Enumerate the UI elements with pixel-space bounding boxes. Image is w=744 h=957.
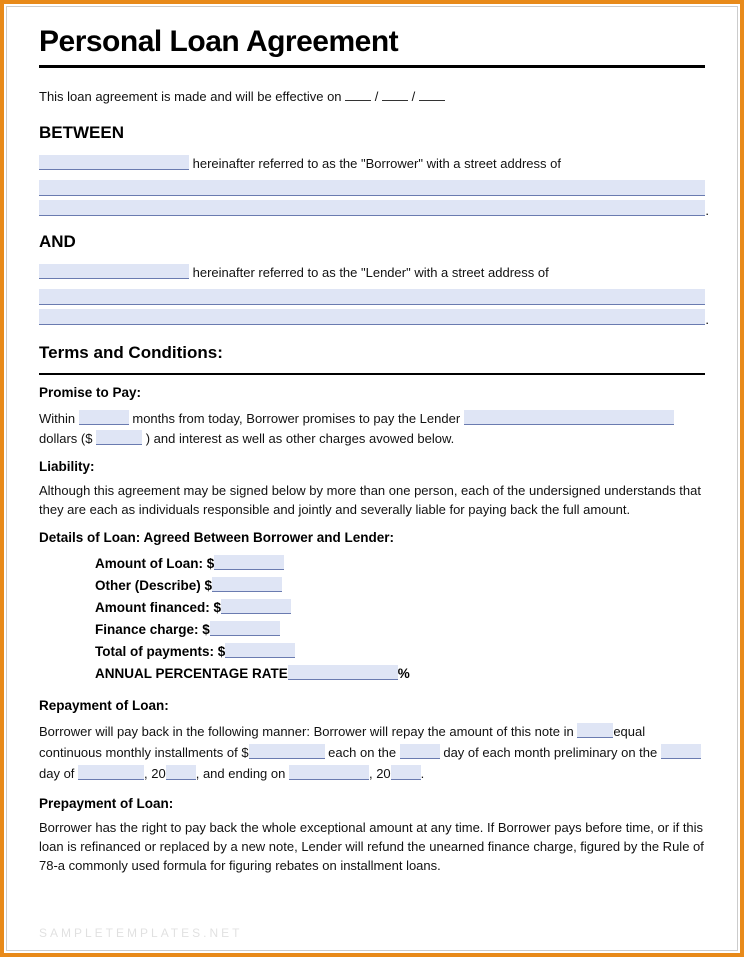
repayment-heading: Repayment of Loan: xyxy=(39,698,705,713)
date-day-field[interactable] xyxy=(382,88,408,101)
liability-text: Although this agreement may be signed be… xyxy=(39,482,705,520)
detail-finance-charge: Finance charge: $ xyxy=(95,619,705,641)
detail-financed: Amount financed: $ xyxy=(95,597,705,619)
detail-apr-pct: % xyxy=(398,666,410,681)
document-page: Personal Loan Agreement This loan agreem… xyxy=(6,6,738,951)
lender-line: hereinafter referred to as the "Lender" … xyxy=(39,262,705,283)
borrower-period: . xyxy=(705,203,709,218)
promise-t4: ) and interest as well as other charges … xyxy=(146,431,455,446)
detail-apr-field[interactable] xyxy=(288,665,398,680)
detail-amount: Amount of Loan: $ xyxy=(95,553,705,575)
date-sep1: / xyxy=(375,89,379,104)
detail-other: Other (Describe) $ xyxy=(95,575,705,597)
liability-heading: Liability: xyxy=(39,459,705,474)
between-heading: BETWEEN xyxy=(39,123,705,143)
intro-line: This loan agreement is made and will be … xyxy=(39,88,705,107)
detail-financed-field[interactable] xyxy=(221,599,291,614)
repay-endyear-field[interactable] xyxy=(391,765,421,780)
title-rule xyxy=(39,65,705,68)
page-title: Personal Loan Agreement xyxy=(39,25,705,59)
promise-t2: months from today, Borrower promises to … xyxy=(132,411,460,426)
details-block: Amount of Loan: $ Other (Describe) $ Amo… xyxy=(95,553,705,685)
detail-amount-field[interactable] xyxy=(214,555,284,570)
lender-address-field[interactable] xyxy=(39,289,705,305)
detail-apr: ANNUAL PERCENTAGE RATE% xyxy=(95,663,705,685)
document-border: Personal Loan Agreement This loan agreem… xyxy=(0,0,744,957)
repay-t6: , 20 xyxy=(144,766,166,781)
repay-t3: each on the xyxy=(325,745,400,760)
borrower-name-field[interactable] xyxy=(39,155,189,170)
detail-finance-charge-field[interactable] xyxy=(210,621,280,636)
date-year-field[interactable] xyxy=(419,88,445,101)
repay-dayofmonth-field[interactable] xyxy=(400,744,440,759)
detail-total-label: Total of payments: $ xyxy=(95,644,225,659)
lender-period: . xyxy=(705,312,709,327)
detail-amount-label: Amount of Loan: $ xyxy=(95,556,214,571)
detail-total-field[interactable] xyxy=(225,643,295,658)
repayment-para: Borrower will pay back in the following … xyxy=(39,721,705,784)
prepayment-text: Borrower has the right to pay back the w… xyxy=(39,819,705,876)
repay-t4: day of each month preliminary on the xyxy=(440,745,661,760)
detail-apr-label: ANNUAL PERCENTAGE RATE xyxy=(95,666,288,681)
repay-t1: Borrower will pay back in the following … xyxy=(39,724,577,739)
borrower-line: hereinafter referred to as the "Borrower… xyxy=(39,153,705,174)
detail-other-label: Other (Describe) $ xyxy=(95,578,212,593)
intro-text: This loan agreement is made and will be … xyxy=(39,89,345,104)
repay-installment-field[interactable] xyxy=(249,744,325,759)
lender-address-field-2[interactable] xyxy=(39,309,705,325)
months-field[interactable] xyxy=(79,410,129,425)
repay-t8: , 20 xyxy=(369,766,391,781)
detail-finance-charge-label: Finance charge: $ xyxy=(95,622,210,637)
promise-heading: Promise to Pay: xyxy=(39,385,705,400)
watermark: SAMPLETEMPLATES.NET xyxy=(39,926,242,940)
repay-t5: day of xyxy=(39,766,78,781)
borrower-address-field[interactable] xyxy=(39,180,705,196)
detail-other-field[interactable] xyxy=(212,577,282,592)
date-month-field[interactable] xyxy=(345,88,371,101)
promise-t1: Within xyxy=(39,411,79,426)
detail-financed-label: Amount financed: $ xyxy=(95,600,221,615)
amount-dollars-field[interactable] xyxy=(96,430,142,445)
terms-heading: Terms and Conditions: xyxy=(39,343,705,363)
and-heading: AND xyxy=(39,232,705,252)
repay-startmonth-field[interactable] xyxy=(78,765,144,780)
borrower-text: hereinafter referred to as the "Borrower… xyxy=(193,156,561,171)
repay-t7: , and ending on xyxy=(196,766,289,781)
repay-t9: . xyxy=(421,766,425,781)
lender-text: hereinafter referred to as the "Lender" … xyxy=(193,265,549,280)
prepayment-heading: Prepayment of Loan: xyxy=(39,796,705,811)
repay-equal-field[interactable] xyxy=(577,723,613,738)
promise-t3: dollars ($ xyxy=(39,431,92,446)
promise-para: Within months from today, Borrower promi… xyxy=(39,408,705,450)
repay-startyear-field[interactable] xyxy=(166,765,196,780)
terms-rule xyxy=(39,373,705,375)
repay-endmonth-field[interactable] xyxy=(289,765,369,780)
amount-words-field[interactable] xyxy=(464,410,674,425)
repay-startday-field[interactable] xyxy=(661,744,701,759)
borrower-address-field-2[interactable] xyxy=(39,200,705,216)
lender-name-field[interactable] xyxy=(39,264,189,279)
date-sep2: / xyxy=(412,89,416,104)
details-heading: Details of Loan: Agreed Between Borrower… xyxy=(39,530,705,545)
detail-total: Total of payments: $ xyxy=(95,641,705,663)
